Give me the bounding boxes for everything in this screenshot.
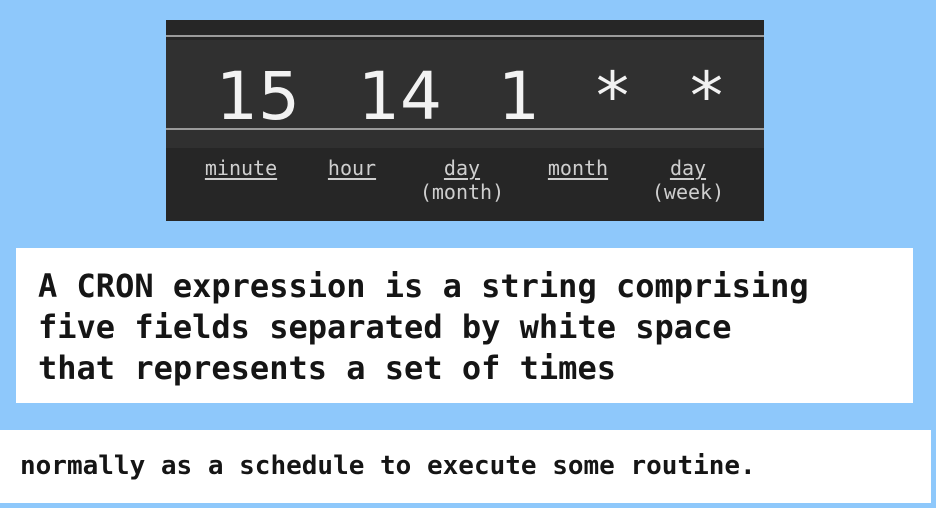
note-text: normally as a schedule to execute some r…	[20, 451, 756, 481]
minute-label-text[interactable]: minute	[205, 156, 277, 180]
minute-value: 15	[216, 58, 300, 135]
definition-line-1: A CRON expression is a string comprising	[38, 267, 809, 305]
field-divider	[166, 128, 764, 130]
day-of-month-value: 1	[498, 58, 540, 135]
definition-box: A CRON expression is a string comprising…	[16, 248, 913, 403]
day-of-week-sublabel: (week)	[651, 180, 725, 204]
day-of-month-sublabel: (month)	[419, 180, 505, 204]
day-of-month-label[interactable]: day (month)	[420, 156, 504, 204]
day-of-week-label[interactable]: day (week)	[652, 156, 724, 204]
day-of-month-label-text[interactable]: day	[444, 156, 480, 180]
definition-line-3: that represents a set of times	[38, 349, 616, 387]
cron-expression-panel: 15 14 1 * * minute hour day (month) mont…	[166, 20, 764, 221]
month-label-text[interactable]: month	[548, 156, 608, 180]
day-of-week-label-text[interactable]: day	[670, 156, 706, 180]
note-box: normally as a schedule to execute some r…	[0, 430, 931, 503]
month-label[interactable]: month	[548, 156, 608, 180]
month-value: *	[596, 58, 629, 135]
definition-text: A CRON expression is a string comprising…	[38, 266, 809, 389]
hour-label[interactable]: hour	[328, 156, 376, 180]
hour-label-text[interactable]: hour	[328, 156, 376, 180]
top-divider	[166, 35, 764, 37]
cron-expression-row: 15 14 1 * *	[166, 40, 764, 148]
minute-label[interactable]: minute	[205, 156, 277, 180]
hour-value: 14	[358, 58, 442, 135]
definition-line-2: five fields separated by white space	[38, 308, 732, 346]
day-of-week-value: *	[690, 58, 723, 135]
